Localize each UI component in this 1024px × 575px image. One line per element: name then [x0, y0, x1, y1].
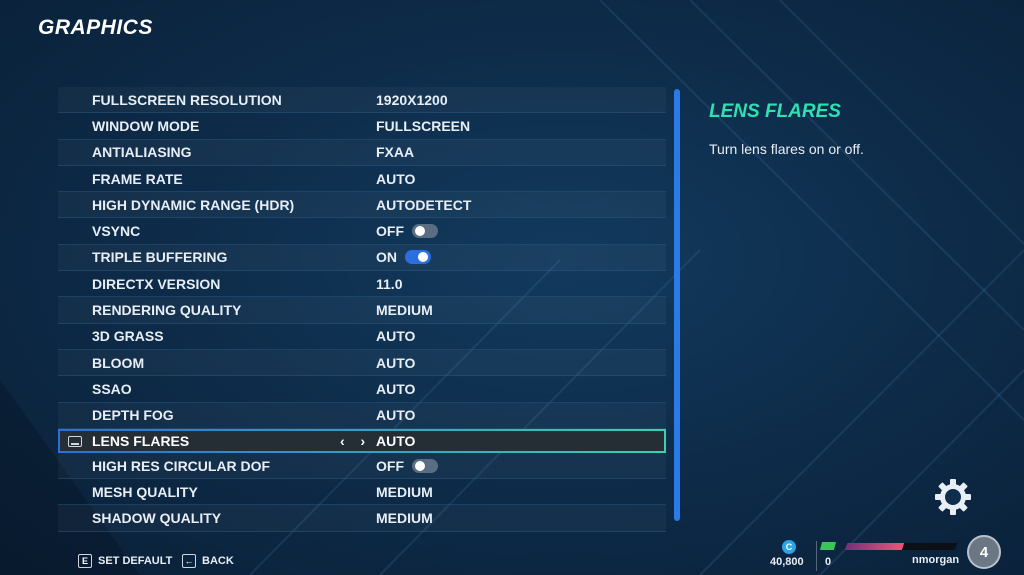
setting-value-text: ON [376, 249, 397, 266]
back-arrow-icon: ← [182, 554, 196, 568]
level-badge[interactable]: 4 [967, 535, 1001, 569]
setting-label: SSAO [92, 380, 132, 397]
hud-divider [816, 541, 817, 571]
description-text: Turn lens flares on or off. [709, 141, 864, 157]
setting-value-text: MEDIUM [376, 302, 433, 319]
setting-value[interactable]: AUTODETECT [376, 197, 471, 213]
setting-value-text: AUTO [376, 354, 416, 371]
setting-value-text: MEDIUM [376, 510, 433, 527]
setting-row-vsync[interactable]: VSYNC OFF [58, 218, 666, 245]
setting-value[interactable]: AUTO [376, 433, 415, 449]
setting-row-lens-flares[interactable]: LENS FLARES ‹ › AUTO [58, 428, 666, 453]
gear-icon[interactable] [933, 477, 973, 517]
toggle-switch[interactable] [405, 250, 431, 265]
setting-value[interactable]: OFF [376, 223, 438, 239]
setting-label: HIGH RES CIRCULAR DOF [92, 457, 271, 474]
setting-value-text: AUTO [376, 328, 416, 345]
setting-value[interactable]: AUTO [376, 171, 415, 187]
e-key-icon: E [78, 554, 92, 568]
toggle-switch[interactable] [412, 458, 438, 473]
settings-list: FULLSCREEN RESOLUTION 1920X1200 WINDOW MOD… [58, 87, 666, 532]
setting-row-depth-fog[interactable]: DEPTH FOG AUTO [58, 403, 666, 429]
back-button[interactable]: ← BACK [182, 554, 234, 568]
set-default-label: SET DEFAULT [98, 555, 173, 567]
setting-label: TRIPLE BUFFERING [92, 249, 228, 266]
setting-value-text: AUTODETECT [376, 196, 472, 213]
setting-row-high-dynamic-range-hdr[interactable]: HIGH DYNAMIC RANGE (HDR) AUTODETECT [58, 192, 666, 219]
keyboard-icon [68, 435, 82, 447]
setting-value[interactable]: MEDIUM [376, 484, 433, 500]
setting-label: FULLSCREEN RESOLUTION [92, 91, 282, 108]
setting-value-text: FULLSCREEN [376, 117, 471, 134]
setting-row-shadow-quality[interactable]: SHADOW QUALITY MEDIUM [58, 505, 666, 532]
setting-label: LENS FLARES [92, 432, 190, 449]
description-title: LENS FLARES [709, 101, 841, 122]
toggle-knob [415, 460, 425, 471]
setting-label: DIRECTX VERSION [92, 275, 221, 292]
setting-row-frame-rate[interactable]: FRAME RATE AUTO [58, 166, 666, 193]
level-progress-fill [844, 543, 905, 550]
flag-icon [819, 542, 837, 550]
username: nmorgan [912, 554, 960, 566]
setting-row-window-mode[interactable]: WINDOW MODE FULLSCREEN [58, 113, 666, 140]
setting-row-high-res-circular-dof[interactable]: HIGH RES CIRCULAR DOF OFF [58, 453, 666, 480]
setting-value-text: OFF [376, 223, 404, 240]
level-progress-bar [844, 543, 958, 550]
setting-value-text: AUTO [376, 380, 416, 397]
setting-value-text: FXAA [376, 144, 415, 161]
currency-icon: C [782, 540, 796, 554]
setting-row-rendering-quality[interactable]: RENDERING QUALITY MEDIUM [58, 297, 666, 324]
setting-value[interactable]: AUTO [376, 328, 415, 344]
back-label: BACK [202, 555, 234, 567]
setting-value[interactable]: 11.0 [376, 276, 402, 292]
setting-value[interactable]: 1920X1200 [376, 92, 448, 108]
currency-value: 40,800 [770, 556, 804, 568]
setting-label: FRAME RATE [92, 170, 183, 187]
setting-label: VSYNC [92, 223, 141, 240]
scrollbar[interactable] [674, 89, 680, 521]
setting-value[interactable]: OFF [376, 458, 438, 474]
setting-value[interactable]: AUTO [376, 381, 415, 397]
toggle-knob [418, 252, 428, 263]
setting-value-text: MEDIUM [376, 483, 433, 500]
player-hud: C 40,800 0 nmorgan 4 [766, 535, 1024, 575]
setting-label: ANTIALIASING [92, 144, 192, 161]
setting-value[interactable]: MEDIUM [376, 510, 433, 526]
setting-value[interactable]: AUTO [376, 407, 415, 423]
setting-value[interactable]: AUTO [376, 355, 415, 371]
setting-row-antialiasing[interactable]: ANTIALIASING FXAA [58, 140, 666, 166]
setting-value[interactable]: ON [376, 249, 431, 265]
setting-row-directx-version[interactable]: DIRECTX VERSION 11.0 [58, 271, 666, 298]
setting-value[interactable]: MEDIUM [376, 302, 433, 318]
setting-label: 3D GRASS [92, 328, 164, 345]
setting-label: SHADOW QUALITY [92, 510, 222, 527]
setting-label: DEPTH FOG [92, 407, 174, 424]
setting-row-bloom[interactable]: BLOOM AUTO [58, 350, 666, 377]
set-default-button[interactable]: E SET DEFAULT [78, 554, 172, 568]
flag-value: 0 [825, 556, 832, 568]
setting-row-fullscreen-resolution[interactable]: FULLSCREEN RESOLUTION 1920X1200 [58, 87, 666, 114]
setting-value-text: OFF [376, 457, 404, 474]
setting-row-mesh-quality[interactable]: MESH QUALITY MEDIUM [58, 479, 666, 506]
setting-value-text: AUTO [376, 432, 416, 449]
setting-label: RENDERING QUALITY [92, 302, 242, 319]
setting-value-text: 1920X1200 [376, 91, 448, 108]
setting-row-3d-grass[interactable]: 3D GRASS AUTO [58, 324, 666, 350]
setting-label: MESH QUALITY [92, 483, 198, 500]
setting-label: WINDOW MODE [92, 117, 200, 134]
page-title: GRAPHICS [38, 16, 153, 39]
setting-value[interactable]: FXAA [376, 144, 414, 160]
setting-label: HIGH DYNAMIC RANGE (HDR) [92, 196, 295, 213]
setting-row-ssao[interactable]: SSAO AUTO [58, 376, 666, 403]
setting-value-text: AUTO [376, 407, 416, 424]
setting-value-text: AUTO [376, 170, 416, 187]
toggle-knob [415, 226, 425, 237]
setting-value[interactable]: FULLSCREEN [376, 118, 470, 134]
toggle-switch[interactable] [412, 224, 438, 239]
setting-label: BLOOM [92, 354, 145, 371]
setting-row-triple-buffering[interactable]: TRIPLE BUFFERING ON [58, 245, 666, 272]
setting-value-text: 11.0 [376, 275, 403, 292]
value-arrows-icon[interactable]: ‹ › [340, 433, 371, 449]
